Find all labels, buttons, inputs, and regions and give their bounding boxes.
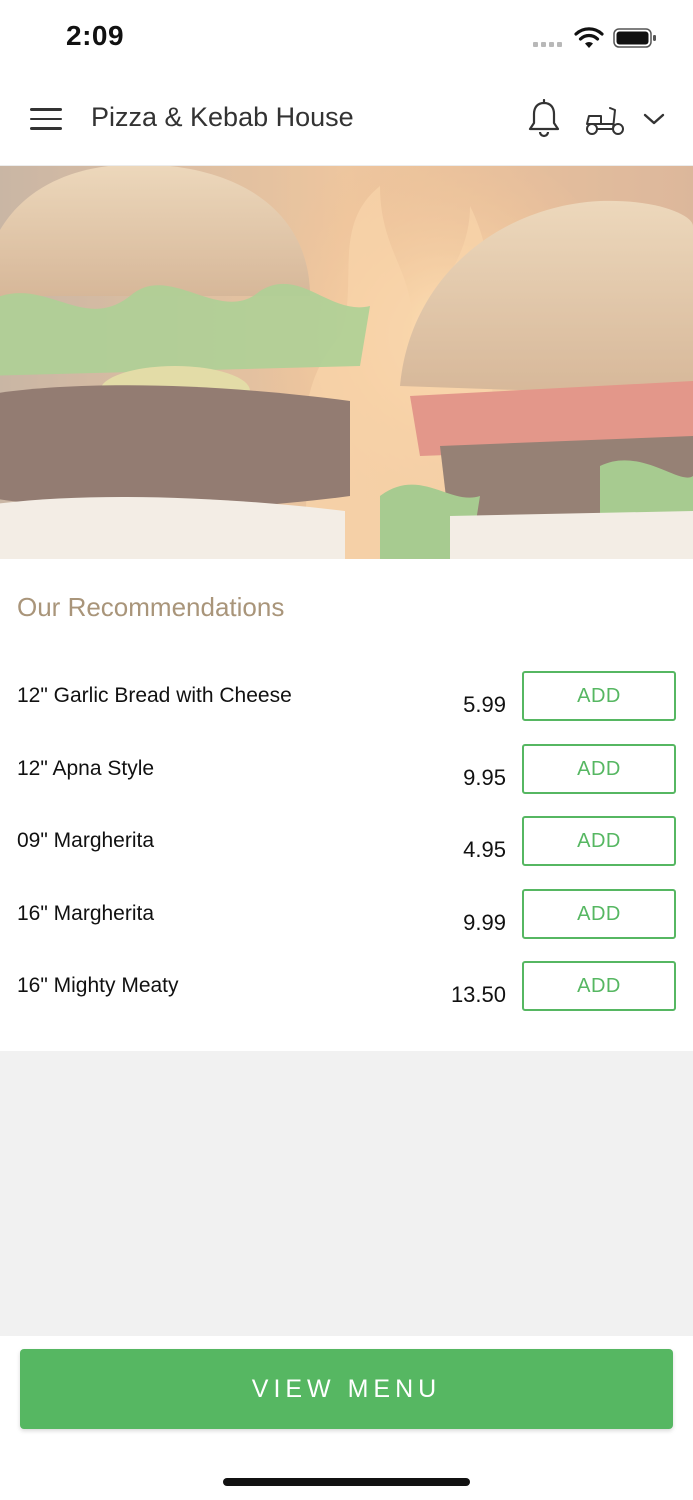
item-name: 12" Garlic Bread with Cheese: [17, 684, 292, 707]
bell-icon[interactable]: [526, 99, 562, 139]
section-title: Our Recommendations: [17, 592, 285, 622]
item-name: 16" Margherita: [17, 902, 155, 925]
signal-icon: [533, 42, 562, 47]
app-header: Pizza & Kebab House: [0, 72, 693, 166]
battery-icon: [613, 28, 656, 48]
add-button[interactable]: ADD: [522, 889, 676, 939]
list-item: 16" Mighty Meaty 13.50 ADD: [0, 961, 693, 1046]
item-price: 9.95: [463, 765, 506, 790]
home-indicator[interactable]: [223, 1478, 470, 1486]
item-price: 4.95: [463, 837, 506, 862]
item-name: 12" Apna Style: [17, 757, 155, 780]
scooter-icon[interactable]: [583, 102, 627, 138]
item-price: 13.50: [450, 982, 506, 1007]
page-title: Pizza & Kebab House: [91, 102, 354, 132]
wifi-icon: [574, 27, 604, 48]
add-button[interactable]: ADD: [522, 816, 676, 866]
view-menu-button[interactable]: VIEW MENU: [20, 1349, 673, 1429]
item-price: 9.99: [463, 910, 506, 935]
menu-icon[interactable]: [30, 108, 62, 132]
add-button[interactable]: ADD: [522, 961, 676, 1011]
chevron-down-icon[interactable]: [641, 110, 667, 128]
hero-image: [0, 166, 693, 559]
add-button[interactable]: ADD: [522, 744, 676, 794]
item-name: 09" Margherita: [17, 829, 155, 852]
item-name: 16" Mighty Meaty: [17, 974, 179, 997]
add-button[interactable]: ADD: [522, 671, 676, 721]
status-time: 2:09: [66, 20, 125, 51]
recommendations-section: Our Recommendations 12" Garlic Bread wit…: [0, 559, 693, 1051]
bottom-bar: VIEW MENU: [0, 1336, 693, 1500]
status-bar: 2:09: [0, 0, 693, 72]
item-price: 5.99: [463, 692, 506, 717]
